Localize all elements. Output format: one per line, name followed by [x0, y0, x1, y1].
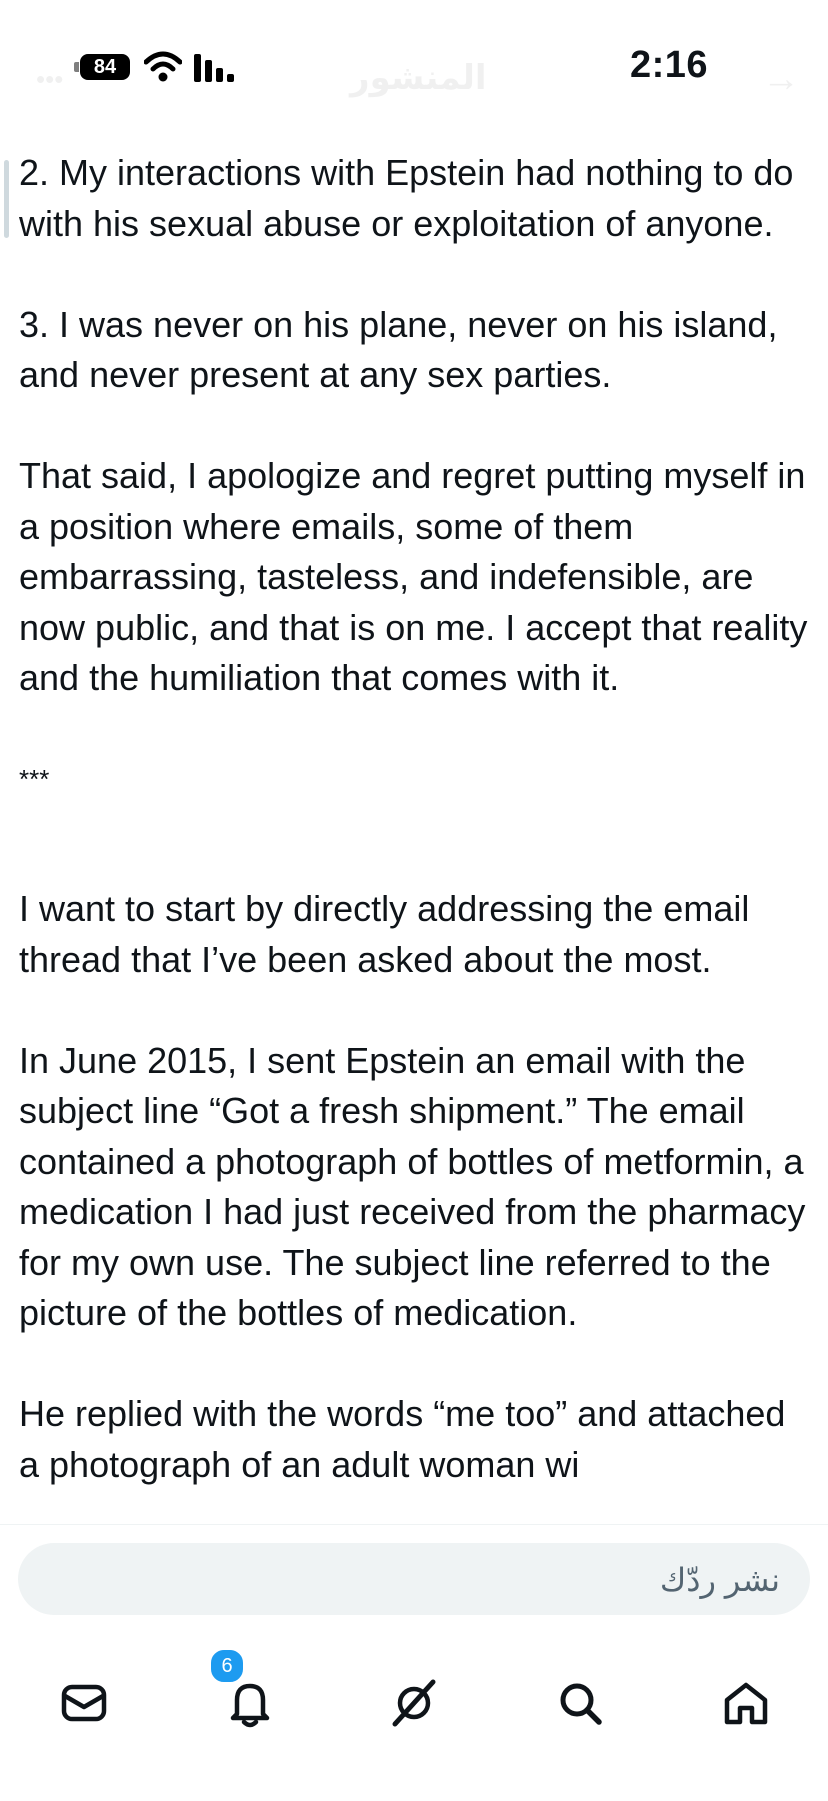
bell-icon	[230, 1683, 270, 1728]
reply-input[interactable]: نشر ردّك	[18, 1543, 810, 1615]
bottom-nav	[0, 1653, 828, 1753]
article-paragraph: He replied with the words “me too” and a…	[19, 1393, 786, 1485]
article-body: 2. My interactions with Epstein had noth…	[19, 148, 809, 1541]
status-bar: ••• المنشور → 84 2:16	[0, 0, 828, 128]
cellular-signal-icon	[194, 54, 234, 82]
mail-icon	[61, 1684, 107, 1722]
status-time: 2:16	[630, 44, 709, 86]
section-divider: ***	[19, 764, 50, 794]
article-paragraph: That said, I apologize and regret puttin…	[19, 455, 808, 698]
notifications-badge: 6	[208, 1647, 246, 1685]
article-paragraph: In June 2015, I sent Epstein an email wi…	[19, 1039, 806, 1334]
bottom-panel: نشر ردّك 6	[0, 1524, 828, 1801]
nav-grok[interactable]	[374, 1653, 454, 1753]
article-paragraph: I want to start by directly addressing t…	[19, 888, 750, 980]
battery-cap-icon	[74, 62, 79, 72]
back-arrow-icon[interactable]: →	[762, 58, 800, 101]
wifi-icon	[144, 51, 182, 82]
header-more-icon[interactable]: •••	[36, 64, 63, 95]
nav-messages[interactable]	[44, 1653, 124, 1753]
article-paragraph: 2. My interactions with Epstein had noth…	[19, 152, 794, 244]
article-paragraph: 3. I was never on his plane, never on hi…	[19, 303, 778, 396]
grok-icon	[392, 1679, 436, 1727]
nav-home[interactable]	[706, 1653, 786, 1753]
search-icon	[560, 1683, 602, 1725]
reply-placeholder: نشر ردّك	[659, 1562, 780, 1598]
nav-search[interactable]	[540, 1653, 620, 1753]
battery-icon: 84	[80, 54, 130, 80]
home-icon	[724, 1682, 768, 1725]
scroll-indicator	[4, 160, 9, 238]
page-title: المنشور	[350, 59, 487, 97]
